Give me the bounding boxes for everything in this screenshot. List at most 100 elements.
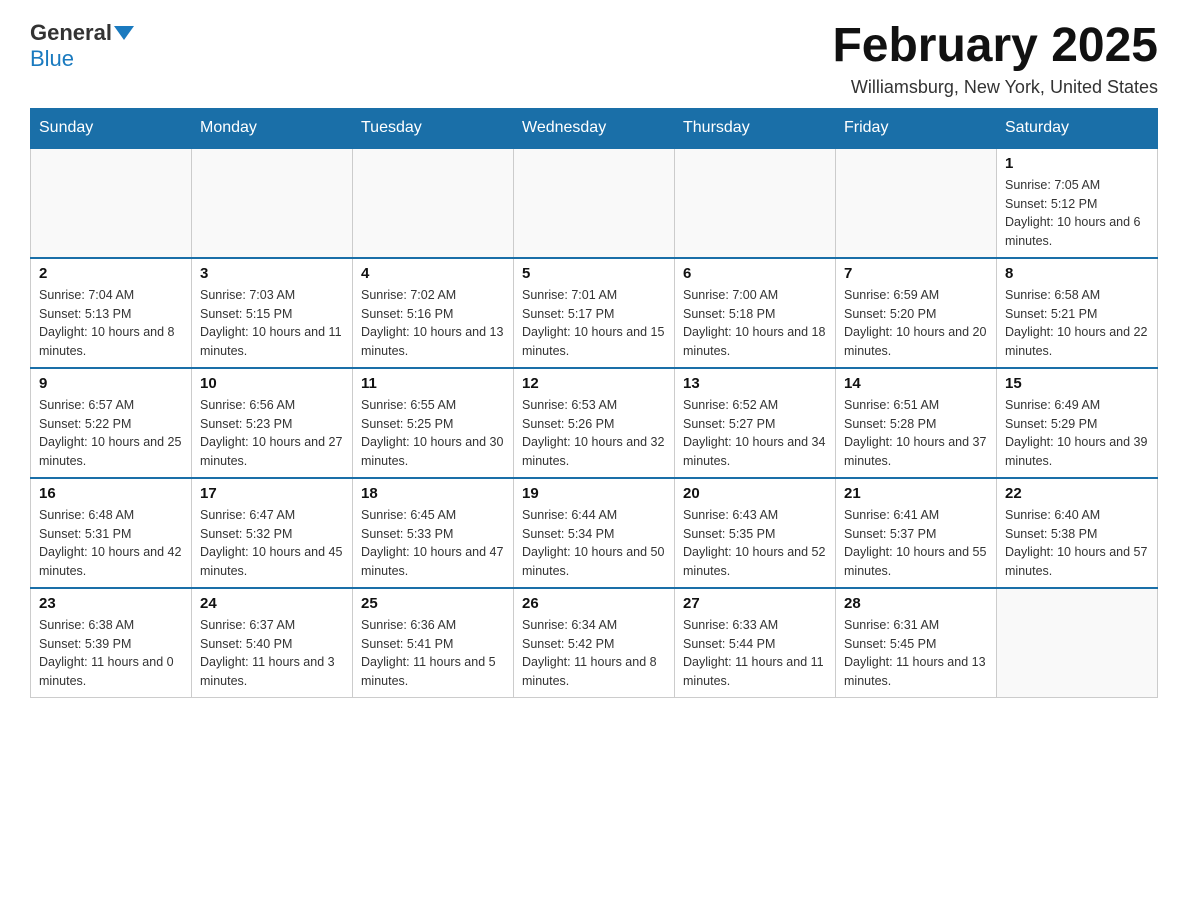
calendar-cell: 15 Sunrise: 6:49 AMSunset: 5:29 PMDayligh… [997, 368, 1158, 478]
calendar-cell: 25Sunrise: 6:36 AMSunset: 5:41 PMDayligh… [353, 588, 514, 698]
calendar-cell: 4 Sunrise: 7:02 AMSunset: 5:16 PMDaylight… [353, 258, 514, 368]
day-info: Sunrise: 6:48 AMSunset: 5:31 PMDaylight:… [39, 506, 183, 581]
calendar-cell: 24 Sunrise: 6:37 AMSunset: 5:40 PMDayligh… [192, 588, 353, 698]
day-number: 20 [683, 485, 827, 502]
day-info: Sunrise: 6:59 AMSunset: 5:20 PMDaylight:… [844, 286, 988, 361]
calendar-cell: 7 Sunrise: 6:59 AMSunset: 5:20 PMDaylight… [836, 258, 997, 368]
weekday-tuesday: Tuesday [353, 108, 514, 148]
calendar-cell: 27 Sunrise: 6:33 AMSunset: 5:44 PMDayligh… [675, 588, 836, 698]
day-number: 12 [522, 375, 666, 392]
day-info: Sunrise: 6:44 AMSunset: 5:34 PMDaylight:… [522, 506, 666, 581]
weekday-wednesday: Wednesday [514, 108, 675, 148]
month-title: February 2025 [832, 20, 1158, 73]
calendar-cell: 5 Sunrise: 7:01 AMSunset: 5:17 PMDaylight… [514, 258, 675, 368]
logo: General Blue [30, 20, 136, 72]
day-number: 27 [683, 595, 827, 612]
calendar-cell: 17 Sunrise: 6:47 AMSunset: 5:32 PMDayligh… [192, 478, 353, 588]
calendar-cell: 2Sunrise: 7:04 AMSunset: 5:13 PMDaylight… [31, 258, 192, 368]
calendar-cell: 8 Sunrise: 6:58 AMSunset: 5:21 PMDaylight… [997, 258, 1158, 368]
day-number: 23 [39, 595, 183, 612]
day-number: 10 [200, 375, 344, 392]
day-info: Sunrise: 6:34 AMSunset: 5:42 PMDaylight:… [522, 616, 666, 691]
logo-blue: Blue [30, 46, 74, 72]
calendar-cell: 13 Sunrise: 6:52 AMSunset: 5:27 PMDayligh… [675, 368, 836, 478]
day-info: Sunrise: 6:49 AMSunset: 5:29 PMDaylight:… [1005, 396, 1149, 471]
day-number: 28 [844, 595, 988, 612]
calendar-cell: 12 Sunrise: 6:53 AMSunset: 5:26 PMDayligh… [514, 368, 675, 478]
day-info: Sunrise: 6:40 AMSunset: 5:38 PMDaylight:… [1005, 506, 1149, 581]
calendar-cell: 9Sunrise: 6:57 AMSunset: 5:22 PMDaylight… [31, 368, 192, 478]
calendar-cell [31, 148, 192, 258]
logo-text: General [30, 20, 136, 46]
title-section: February 2025 Williamsburg, New York, Un… [832, 20, 1158, 98]
day-number: 25 [361, 595, 505, 612]
calendar-cell: 21 Sunrise: 6:41 AMSunset: 5:37 PMDayligh… [836, 478, 997, 588]
day-info: Sunrise: 6:33 AMSunset: 5:44 PMDaylight:… [683, 616, 827, 691]
calendar-cell [997, 588, 1158, 698]
day-number: 16 [39, 485, 183, 502]
calendar-header: SundayMondayTuesdayWednesdayThursdayFrid… [31, 108, 1158, 148]
day-number: 18 [361, 485, 505, 502]
calendar-cell: 18 Sunrise: 6:45 AMSunset: 5:33 PMDayligh… [353, 478, 514, 588]
calendar-cell: 10Sunrise: 6:56 AMSunset: 5:23 PMDayligh… [192, 368, 353, 478]
day-info: Sunrise: 6:58 AMSunset: 5:21 PMDaylight:… [1005, 286, 1149, 361]
day-info: Sunrise: 6:47 AMSunset: 5:32 PMDaylight:… [200, 506, 344, 581]
logo-arrow-icon [114, 26, 134, 40]
calendar-cell [514, 148, 675, 258]
calendar-body: 1 Sunrise: 7:05 AMSunset: 5:12 PMDaylight… [31, 148, 1158, 698]
day-number: 4 [361, 265, 505, 282]
day-number: 21 [844, 485, 988, 502]
day-number: 17 [200, 485, 344, 502]
day-number: 8 [1005, 265, 1149, 282]
calendar-cell: 3 Sunrise: 7:03 AMSunset: 5:15 PMDaylight… [192, 258, 353, 368]
weekday-friday: Friday [836, 108, 997, 148]
calendar-week-2: 2Sunrise: 7:04 AMSunset: 5:13 PMDaylight… [31, 258, 1158, 368]
calendar-cell: 20 Sunrise: 6:43 AMSunset: 5:35 PMDayligh… [675, 478, 836, 588]
day-number: 6 [683, 265, 827, 282]
calendar-cell: 19 Sunrise: 6:44 AMSunset: 5:34 PMDayligh… [514, 478, 675, 588]
day-info: Sunrise: 7:03 AMSunset: 5:15 PMDaylight:… [200, 286, 344, 361]
location-text: Williamsburg, New York, United States [832, 77, 1158, 98]
day-info: Sunrise: 6:45 AMSunset: 5:33 PMDaylight:… [361, 506, 505, 581]
logo-general: General [30, 20, 112, 46]
calendar-cell [836, 148, 997, 258]
calendar-cell: 14Sunrise: 6:51 AMSunset: 5:28 PMDayligh… [836, 368, 997, 478]
day-number: 13 [683, 375, 827, 392]
day-number: 15 [1005, 375, 1149, 392]
calendar-week-3: 9Sunrise: 6:57 AMSunset: 5:22 PMDaylight… [31, 368, 1158, 478]
day-info: Sunrise: 6:41 AMSunset: 5:37 PMDaylight:… [844, 506, 988, 581]
day-number: 3 [200, 265, 344, 282]
day-info: Sunrise: 7:05 AMSunset: 5:12 PMDaylight:… [1005, 176, 1149, 251]
day-info: Sunrise: 6:37 AMSunset: 5:40 PMDaylight:… [200, 616, 344, 691]
calendar-cell: 28Sunrise: 6:31 AMSunset: 5:45 PMDayligh… [836, 588, 997, 698]
day-number: 7 [844, 265, 988, 282]
day-info: Sunrise: 6:38 AMSunset: 5:39 PMDaylight:… [39, 616, 183, 691]
calendar-week-1: 1 Sunrise: 7:05 AMSunset: 5:12 PMDaylight… [31, 148, 1158, 258]
day-number: 24 [200, 595, 344, 612]
calendar-cell [192, 148, 353, 258]
weekday-thursday: Thursday [675, 108, 836, 148]
calendar-cell: 22Sunrise: 6:40 AMSunset: 5:38 PMDayligh… [997, 478, 1158, 588]
day-info: Sunrise: 7:00 AMSunset: 5:18 PMDaylight:… [683, 286, 827, 361]
day-number: 1 [1005, 155, 1149, 172]
day-info: Sunrise: 6:52 AMSunset: 5:27 PMDaylight:… [683, 396, 827, 471]
weekday-monday: Monday [192, 108, 353, 148]
day-number: 5 [522, 265, 666, 282]
day-info: Sunrise: 7:02 AMSunset: 5:16 PMDaylight:… [361, 286, 505, 361]
day-number: 19 [522, 485, 666, 502]
weekday-sunday: Sunday [31, 108, 192, 148]
calendar-table: SundayMondayTuesdayWednesdayThursdayFrid… [30, 108, 1158, 698]
calendar-week-5: 23 Sunrise: 6:38 AMSunset: 5:39 PMDayligh… [31, 588, 1158, 698]
calendar-week-4: 16 Sunrise: 6:48 AMSunset: 5:31 PMDayligh… [31, 478, 1158, 588]
day-info: Sunrise: 6:53 AMSunset: 5:26 PMDaylight:… [522, 396, 666, 471]
day-info: Sunrise: 6:57 AMSunset: 5:22 PMDaylight:… [39, 396, 183, 471]
calendar-cell: 1 Sunrise: 7:05 AMSunset: 5:12 PMDaylight… [997, 148, 1158, 258]
day-info: Sunrise: 6:43 AMSunset: 5:35 PMDaylight:… [683, 506, 827, 581]
day-info: Sunrise: 6:55 AMSunset: 5:25 PMDaylight:… [361, 396, 505, 471]
day-number: 11 [361, 375, 505, 392]
page-header: General Blue February 2025 Williamsburg,… [30, 20, 1158, 98]
day-number: 26 [522, 595, 666, 612]
day-number: 2 [39, 265, 183, 282]
day-info: Sunrise: 7:01 AMSunset: 5:17 PMDaylight:… [522, 286, 666, 361]
weekday-header-row: SundayMondayTuesdayWednesdayThursdayFrid… [31, 108, 1158, 148]
